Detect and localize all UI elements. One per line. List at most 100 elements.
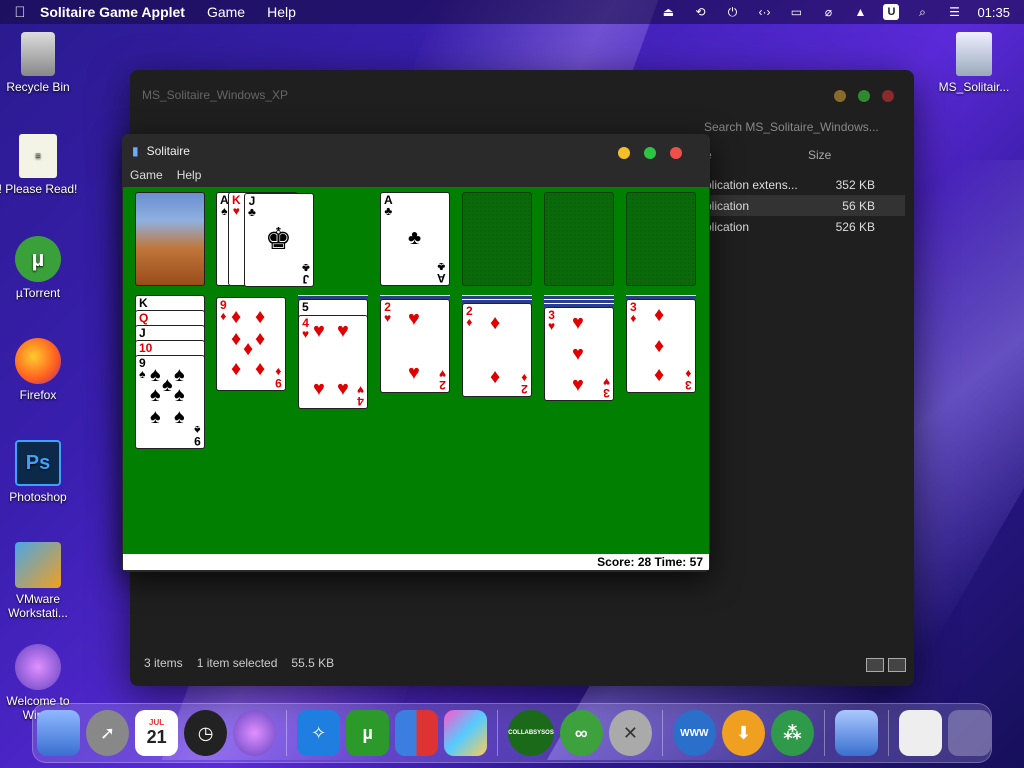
file-size: 56 KB <box>842 199 875 213</box>
cluster-icon[interactable]: ⁂ <box>770 710 814 756</box>
foundation-empty[interactable] <box>544 192 614 286</box>
status-area: ⏏ ⟲ ⏻ ‹·› ▭ ⌀ ▲ U ⌕ ☰ 01:35 <box>659 0 1010 24</box>
apple-tv-icon[interactable] <box>233 710 277 756</box>
preview-window-icon[interactable] <box>898 710 942 756</box>
menu-help[interactable]: Help <box>267 4 296 20</box>
file-list: e Size plication extens... 352 KB plicat… <box>705 148 905 237</box>
item-count: 3 items <box>144 656 183 670</box>
tableau-top-card[interactable]: 2 ♥ ♥ ♥ 2 ♥ <box>380 299 450 393</box>
column-size-header[interactable]: Size <box>808 148 831 162</box>
menu-game[interactable]: Game <box>130 168 163 186</box>
eject-icon[interactable]: ⏏ <box>659 5 677 19</box>
foundation-empty[interactable] <box>626 192 696 286</box>
eject-triangle-icon[interactable]: ▲ <box>851 5 869 19</box>
preview-view-button[interactable] <box>888 658 906 672</box>
dock-separator <box>497 710 499 756</box>
file-row[interactable]: plication extens... 352 KB <box>705 174 905 195</box>
app-menu[interactable]: Solitaire Game Applet <box>40 4 185 20</box>
foundation-clubs[interactable]: A ♣ ♣ A ♣ <box>380 192 450 286</box>
tableau-top-card[interactable]: 3 ♦ ♦ ♦ ♦ 3 ♦ <box>626 299 696 393</box>
solitaire-menu-bar: Game Help <box>122 168 710 186</box>
desktop-icon-please-read[interactable]: ≡ ! Please Read! <box>0 134 80 196</box>
utorrent-icon: µ <box>15 236 61 282</box>
desktop-icon-vmware[interactable]: VMware Workstati... <box>0 542 80 620</box>
menu-help[interactable]: Help <box>177 168 202 186</box>
code-icon[interactable]: ‹·› <box>755 5 773 19</box>
search-icon[interactable]: ⌕ <box>913 5 931 19</box>
www-icon[interactable]: WWW <box>672 710 716 756</box>
column-header[interactable]: e Size <box>705 148 905 174</box>
explorer-search-input[interactable]: Search MS_Solitaire_Windows... <box>704 120 898 140</box>
clock-icon[interactable]: ◷ <box>184 710 228 756</box>
close-button[interactable] <box>670 147 682 159</box>
file-size: 352 KB <box>835 178 875 192</box>
tableau-top-card[interactable]: 9 ♠ ♠ ♠ ♠ ♠ ♠ ♠ ♠ 9 ♠ <box>135 355 205 449</box>
wifi-off-icon[interactable]: ⌀ <box>819 5 837 19</box>
finder-icon[interactable] <box>37 710 81 756</box>
details-view-button[interactable] <box>866 658 884 672</box>
file-row[interactable]: plication 526 KB <box>705 216 905 237</box>
download-icon[interactable]: ⬇ <box>721 710 765 756</box>
calendar-icon[interactable]: JUL 21 <box>135 710 179 756</box>
desktop-icon-ms-solitaire[interactable]: MS_Solitair... <box>932 32 1016 94</box>
u-badge-icon[interactable]: U <box>883 4 900 20</box>
desktop-icon-label: Photoshop <box>9 490 67 504</box>
tools-icon[interactable]: ✕ <box>608 710 652 756</box>
file-type: plication extens... <box>705 178 798 192</box>
preview-icon[interactable] <box>444 710 488 756</box>
maximize-button[interactable] <box>858 90 870 102</box>
power-icon[interactable]: ⏻ <box>723 5 741 19</box>
safari-icon[interactable]: ✧ <box>297 710 341 756</box>
windows-icon[interactable] <box>395 710 439 756</box>
desktop-icon-firefox[interactable]: Firefox <box>0 338 80 402</box>
notepad-icon: ≡ <box>19 134 57 178</box>
file-row-selected[interactable]: plication 56 KB <box>705 195 905 216</box>
collabsysos-icon[interactable]: COLLABSYSOS <box>508 710 554 756</box>
desktop-icon-recycle-bin[interactable]: Recycle Bin <box>0 32 80 94</box>
desktop-icon-label: ! Please Read! <box>0 182 78 196</box>
calendar-day: 21 <box>146 727 167 747</box>
solitaire-title: Solitaire <box>146 144 190 158</box>
view-mode-buttons <box>866 658 906 672</box>
app-icon[interactable] <box>834 710 878 756</box>
display-icon[interactable]: ▭ <box>787 5 805 19</box>
dock-separator <box>823 710 825 756</box>
desktop-icon-utorrent[interactable]: µ µTorrent <box>0 236 80 300</box>
desktop-icon-label: VMware Workstati... <box>8 592 68 620</box>
game-table[interactable]: A ♠ K ♥ J ♣ ♚ J ♣ A ♣ ♣ A ♣ K Q J 10 9 ♠ ♠ ♠ ♠ ♠ … <box>123 187 709 556</box>
dock: ➚ JUL 21 ◷ ✧ µ COLLABSYSOS ∞ ✕ WWW ⬇ ⁂ <box>32 703 992 763</box>
clock[interactable]: 01:35 <box>977 5 1010 20</box>
menu-game[interactable]: Game <box>207 4 245 20</box>
waste-top-card[interactable]: J ♣ ♚ J ♣ <box>244 193 314 287</box>
tableau-top-card[interactable]: 2 ♦ ♦ ♦ 2 ♦ <box>462 303 532 397</box>
tableau-top-card[interactable]: 4 ♥ ♥ ♥ ♥ ♥ 4 ♥ <box>298 315 368 409</box>
file-size: 526 KB <box>835 220 875 234</box>
link-icon[interactable]: ∞ <box>559 710 603 756</box>
minimize-button[interactable] <box>618 147 630 159</box>
explorer-title: MS_Solitaire_Windows_XP <box>142 88 289 102</box>
maximize-button[interactable] <box>644 147 656 159</box>
close-button[interactable] <box>882 90 894 102</box>
explorer-window-controls <box>834 90 894 102</box>
recycle-bin-icon <box>21 32 55 76</box>
utorrent-icon[interactable]: µ <box>346 710 390 756</box>
launchpad-icon[interactable]: ➚ <box>86 710 130 756</box>
stock-pile[interactable] <box>135 192 205 286</box>
solitaire-window-controls <box>618 147 682 159</box>
calendar-month: JUL <box>149 718 165 727</box>
sync-icon[interactable]: ⟲ <box>691 5 709 19</box>
desktop-icon-photoshop[interactable]: Ps Photoshop <box>0 440 80 504</box>
apple-menu-icon[interactable]:  <box>0 4 40 21</box>
minimize-button[interactable] <box>834 90 846 102</box>
dock-separator <box>661 710 663 756</box>
trash-icon[interactable] <box>947 710 991 756</box>
tableau-top-card[interactable]: 3 ♥ ♥ ♥ ♥ 3 ♥ <box>544 307 614 401</box>
dock-separator <box>887 710 889 756</box>
firefox-icon <box>15 338 61 384</box>
tableau-top-card[interactable]: 9 ♦ ♦ ♦ ♦ ♦ ♦ ♦ ♦ 9 ♦ <box>216 297 286 391</box>
control-center-icon[interactable]: ☰ <box>945 5 963 19</box>
desktop-icon-label: Firefox <box>19 388 57 402</box>
foundation-empty[interactable] <box>462 192 532 286</box>
solitaire-app-icon: ▮ <box>132 144 139 158</box>
collab-label: COLLABSYSOS <box>508 730 554 736</box>
